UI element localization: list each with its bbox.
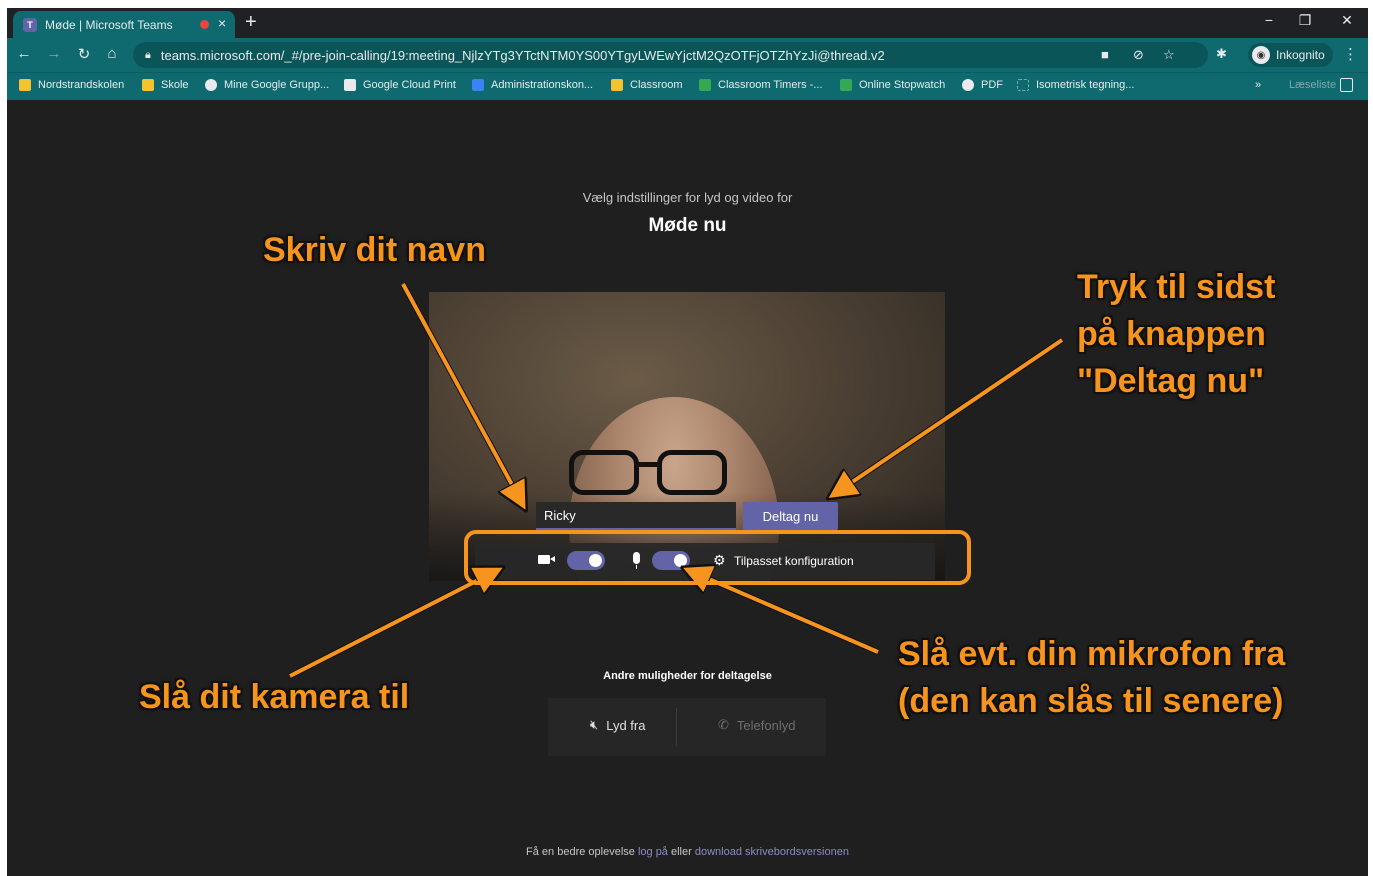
bookmark-item[interactable]: PDF bbox=[962, 79, 1003, 91]
bookmark-item[interactable]: Nordstrandskolen bbox=[19, 79, 124, 91]
loading-icon bbox=[1017, 79, 1029, 91]
footer-middle: eller bbox=[671, 846, 692, 858]
login-link[interactable]: log på bbox=[638, 846, 668, 858]
video-camera-icon bbox=[538, 555, 555, 564]
recording-indicator-icon bbox=[200, 20, 209, 29]
glasses-shape bbox=[657, 450, 727, 495]
device-settings-button[interactable]: Tilpasset konfiguration bbox=[734, 554, 854, 568]
footer-prefix: Få en bedre oplevelse bbox=[526, 846, 635, 858]
av-settings-bar: ⚙ Tilpasset konfiguration bbox=[475, 543, 935, 580]
glasses-shape bbox=[636, 462, 660, 467]
teams-favicon-icon: T bbox=[23, 17, 37, 32]
glasses-shape bbox=[569, 450, 639, 495]
globe-icon bbox=[962, 79, 974, 91]
browser-tab-teams[interactable]: T Møde | Microsoft Teams × bbox=[13, 11, 235, 38]
meeting-title: Møde nu bbox=[648, 215, 727, 236]
speaker-off-icon: 🔇︎ bbox=[590, 717, 599, 732]
other-options-box: 🔇︎ Lyd fra ✆ Telefonlyd bbox=[548, 698, 826, 756]
browser-menu-icon[interactable]: ⋮ bbox=[1343, 45, 1358, 63]
home-icon[interactable]: ⌂ bbox=[103, 45, 121, 62]
reload-icon[interactable]: ↻ bbox=[75, 45, 93, 63]
profile-label: Inkognito bbox=[1276, 48, 1325, 62]
printer-icon bbox=[344, 79, 356, 91]
tab-close-icon[interactable]: × bbox=[218, 15, 226, 31]
audio-off-option[interactable]: 🔇︎ Lyd fra bbox=[590, 717, 645, 733]
toggle-knob bbox=[674, 554, 687, 567]
timer-icon bbox=[699, 79, 711, 91]
tab-title: Møde | Microsoft Teams bbox=[45, 17, 173, 32]
extension-icon[interactable]: ✱ bbox=[1216, 46, 1227, 62]
new-tab-button[interactable]: + bbox=[245, 11, 257, 34]
phone-audio-label: Telefonlyd bbox=[736, 717, 796, 733]
name-input[interactable] bbox=[536, 502, 736, 530]
camera-preview bbox=[429, 292, 945, 581]
footer-text: Få en bedre oplevelse log på eller downl… bbox=[7, 846, 1368, 858]
restore-icon[interactable]: ❐ bbox=[1295, 12, 1315, 29]
back-icon[interactable]: ← bbox=[15, 45, 33, 62]
gear-icon[interactable]: ⚙ bbox=[713, 552, 726, 569]
admin-icon bbox=[472, 79, 484, 91]
stopwatch-icon bbox=[840, 79, 852, 91]
microphone-icon bbox=[633, 552, 640, 569]
phone-icon: ✆ bbox=[718, 717, 729, 732]
teams-prejoin-page: Vælg indstillinger for lyd og video for … bbox=[7, 101, 1368, 876]
minimize-icon[interactable]: − bbox=[1259, 12, 1279, 28]
bookmark-item[interactable]: Mine Google Grupp... bbox=[205, 79, 329, 91]
folder-icon bbox=[142, 79, 154, 91]
toggle-knob bbox=[589, 554, 602, 567]
camera-permission-icon[interactable]: ■ bbox=[1101, 47, 1109, 62]
incognito-profile-button[interactable]: ◉ Inkognito bbox=[1248, 43, 1333, 67]
camera-toggle[interactable] bbox=[567, 551, 605, 570]
bookmarks-overflow-button[interactable]: » bbox=[1255, 79, 1261, 91]
bookmarks-bar: Nordstrandskolen Skole Mine Google Grupp… bbox=[7, 72, 1368, 100]
browser-toolbar: ← → ↻ ⌂ 🔒︎ teams.microsoft.com/_#/pre-jo… bbox=[7, 38, 1368, 72]
bookmark-item[interactable]: Skole bbox=[142, 79, 189, 91]
bookmark-item[interactable]: Online Stopwatch bbox=[840, 79, 945, 91]
bookmark-item[interactable]: Google Cloud Print bbox=[344, 79, 456, 91]
lock-icon[interactable]: 🔒︎ bbox=[145, 49, 151, 62]
other-options-title: Andre muligheder for deltagelse bbox=[603, 670, 772, 682]
audio-off-label: Lyd fra bbox=[606, 717, 646, 733]
folder-icon bbox=[19, 79, 31, 91]
browser-window: T Møde | Microsoft Teams × + − ❐ ✕ ← → ↻… bbox=[7, 8, 1368, 876]
bookmark-item[interactable]: Classroom Timers -... bbox=[699, 79, 823, 91]
bookmark-item[interactable]: Classroom bbox=[611, 79, 683, 91]
globe-icon bbox=[205, 79, 217, 91]
join-now-button[interactable]: Deltag nu bbox=[743, 502, 838, 530]
microphone-toggle[interactable] bbox=[652, 551, 690, 570]
reading-list-icon[interactable] bbox=[1340, 78, 1353, 92]
url-text: teams.microsoft.com/_#/pre-join-calling/… bbox=[160, 47, 885, 63]
address-bar[interactable]: 🔒︎ teams.microsoft.com/_#/pre-join-calli… bbox=[133, 42, 1208, 68]
incognito-icon: ◉ bbox=[1252, 46, 1270, 64]
download-desktop-link[interactable]: download skrivebordsversionen bbox=[695, 846, 849, 858]
prejoin-subtitle: Vælg indstillinger for lyd og video for bbox=[582, 190, 793, 205]
reading-list-label[interactable]: Læseliste bbox=[1289, 79, 1336, 91]
forward-icon[interactable]: → bbox=[45, 45, 63, 62]
tracking-protection-icon[interactable]: ⊘ bbox=[1133, 47, 1144, 63]
close-window-icon[interactable]: ✕ bbox=[1337, 12, 1357, 29]
bookmark-item[interactable]: Administrationskon... bbox=[472, 79, 593, 91]
divider bbox=[676, 708, 677, 746]
bookmark-star-icon[interactable]: ☆ bbox=[1163, 47, 1175, 63]
tab-strip: T Møde | Microsoft Teams × + − ❐ ✕ bbox=[7, 8, 1368, 38]
bookmark-item[interactable]: Isometrisk tegning... bbox=[1017, 79, 1134, 91]
classroom-icon bbox=[611, 79, 623, 91]
phone-audio-option[interactable]: ✆ Telefonlyd bbox=[718, 717, 795, 733]
